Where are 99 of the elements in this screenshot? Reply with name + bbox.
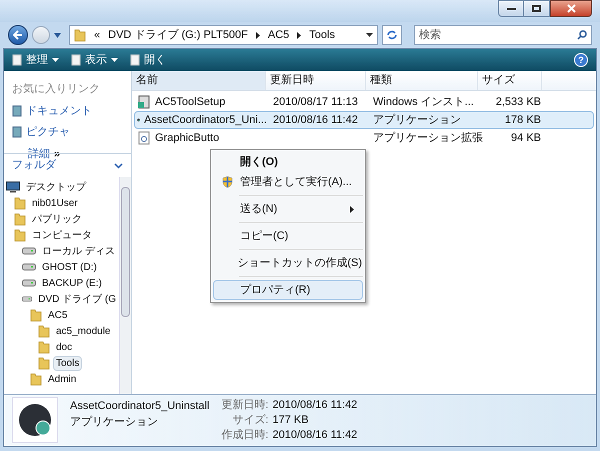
file-name: AssetCoordinator5_Uninstall xyxy=(70,399,210,413)
property-value: 2010/08/16 11:42 xyxy=(272,398,358,412)
tree-item[interactable]: doc xyxy=(53,340,76,354)
gear-file-icon xyxy=(137,131,151,145)
installer-icon xyxy=(137,95,151,109)
date-cell-text: 2010/08/16 11:42 xyxy=(272,112,359,128)
property-label: 更新日時: xyxy=(221,398,268,412)
folder-icon xyxy=(14,228,26,242)
monitor-icon xyxy=(6,181,20,193)
arrow-left-icon xyxy=(13,30,23,40)
refresh-icon xyxy=(386,29,398,41)
favorite-link[interactable]: ピクチャ xyxy=(26,124,70,140)
toolbar-button[interactable]: 表示 xyxy=(71,52,118,68)
back-button[interactable] xyxy=(8,25,28,45)
tree-item[interactable]: BACKUP (E:) xyxy=(39,276,105,290)
scrollbar[interactable] xyxy=(119,177,131,394)
favorite-link[interactable]: ドキュメント xyxy=(26,102,92,119)
shield-icon xyxy=(222,176,232,188)
tree-item[interactable]: ac5_module xyxy=(53,324,114,338)
folder-icon xyxy=(38,324,50,338)
menu-item[interactable]: 開く(O) xyxy=(213,152,363,172)
search-icon xyxy=(577,30,587,40)
document-icon xyxy=(12,126,22,138)
tree-item[interactable]: Tools xyxy=(53,356,82,370)
column-header[interactable]: サイズ xyxy=(478,71,542,90)
dropdown-arrow-icon xyxy=(366,33,373,37)
toolbar-button[interactable]: 開く xyxy=(130,52,166,68)
menu-item[interactable]: 管理者として実行(A)... xyxy=(213,172,363,192)
file-name: GraphicButto xyxy=(155,130,220,146)
file-name: AssetCoordinator5_Uni... xyxy=(144,112,267,128)
dropdown-arrow-icon xyxy=(54,32,61,38)
document-icon xyxy=(12,104,22,117)
property-label: 作成日時: xyxy=(221,428,268,442)
chevron-down-icon xyxy=(114,162,123,168)
tree-item[interactable]: nib01User xyxy=(29,196,81,210)
column-header[interactable]: 名前 xyxy=(132,71,266,90)
address-bar[interactable]: « DVD ドライブ (G:) PLT500F AC5 Tools xyxy=(69,25,378,45)
breadcrumb-arrow-icon xyxy=(256,32,260,38)
minimize-button[interactable] xyxy=(498,0,524,17)
tree-item[interactable]: GHOST (D:) xyxy=(39,260,100,274)
tree-item[interactable]: DVD ドライブ (G xyxy=(35,292,119,306)
submenu-arrow-icon xyxy=(350,206,354,212)
file-row[interactable]: AC5ToolSetup 2010/08/17 11:13 Windows インスト... 2,533 KB xyxy=(134,93,594,111)
section-title[interactable]: フォルダ xyxy=(12,157,56,174)
drive-icon xyxy=(22,246,36,256)
breadcrumb-arrow-icon xyxy=(297,32,302,38)
breadcrumb[interactable]: Tools xyxy=(309,26,335,44)
toolbar-icon xyxy=(12,54,22,66)
drive-icon xyxy=(22,294,32,304)
file-name: AC5ToolSetup xyxy=(155,94,226,110)
menu-item[interactable]: 送る(N) xyxy=(213,199,363,219)
size-cell-text: 94 KB xyxy=(510,130,542,146)
tree-item[interactable]: ローカル ディス xyxy=(39,244,118,258)
property-value: 177 KB xyxy=(272,413,310,427)
tree-item[interactable]: Admin xyxy=(45,372,80,386)
breadcrumb[interactable]: DVD ドライブ (G:) PLT500F xyxy=(108,26,248,44)
column-header[interactable]: 更新日時 xyxy=(266,71,366,90)
file-type: アプリケーション xyxy=(70,415,159,429)
overflow-chevron[interactable]: « xyxy=(94,26,100,44)
column-header[interactable]: 種類 xyxy=(366,71,478,90)
property-value: 2010/08/16 11:42 xyxy=(272,428,358,442)
tree-item[interactable]: デスクトップ xyxy=(23,180,89,194)
folder-icon xyxy=(14,212,26,226)
help-button[interactable]: ? xyxy=(574,53,588,67)
type-cell-text: アプリケーション拡張 xyxy=(372,130,481,146)
breadcrumb[interactable]: AC5 xyxy=(268,26,290,44)
size-cell-text: 178 KB xyxy=(504,112,542,128)
close-button[interactable] xyxy=(550,0,592,17)
search-field[interactable]: 検索 xyxy=(414,25,592,45)
drive-icon xyxy=(22,262,36,272)
refresh-button[interactable] xyxy=(382,25,402,45)
tree-item[interactable]: AC5 xyxy=(45,308,70,322)
folder-icon xyxy=(38,340,50,354)
file-row[interactable]: AssetCoordinator5_Uni... 2010/08/16 11:42 アプリケーション 178 KB xyxy=(134,111,594,129)
toolbar-icon xyxy=(130,54,140,66)
menu-item[interactable]: プロパティ(R) xyxy=(213,280,363,300)
folder-icon xyxy=(30,308,42,322)
folder-icon xyxy=(74,28,86,42)
close-icon xyxy=(566,4,576,13)
dropdown-arrow-icon xyxy=(111,58,118,62)
folder-icon xyxy=(38,356,50,370)
dropdown-arrow-icon xyxy=(52,58,59,62)
menu-item[interactable]: ショートカットの作成(S) xyxy=(213,253,363,273)
size-cell-text: 2,533 KB xyxy=(494,94,542,110)
toolbar-icon xyxy=(71,54,81,66)
folder-icon xyxy=(14,196,26,210)
maximize-button[interactable] xyxy=(524,0,550,17)
menu-item[interactable]: コピー(C) xyxy=(213,226,363,246)
date-cell-text: 2010/08/17 11:13 xyxy=(272,94,359,110)
tree-item[interactable]: パブリック xyxy=(29,212,85,226)
property-label: サイズ: xyxy=(231,413,268,427)
toolbar-button[interactable]: 整理 xyxy=(12,52,59,68)
drive-icon xyxy=(22,278,36,288)
type-cell-text: アプリケーション xyxy=(372,112,462,128)
type-cell-text: Windows インスト... xyxy=(372,94,475,110)
file-row[interactable]: GraphicButto アプリケーション拡張 94 KB xyxy=(134,129,594,147)
section-title: お気に入りリンク xyxy=(12,82,101,97)
folder-icon xyxy=(30,372,42,386)
tree-item[interactable]: コンピュータ xyxy=(29,228,95,242)
